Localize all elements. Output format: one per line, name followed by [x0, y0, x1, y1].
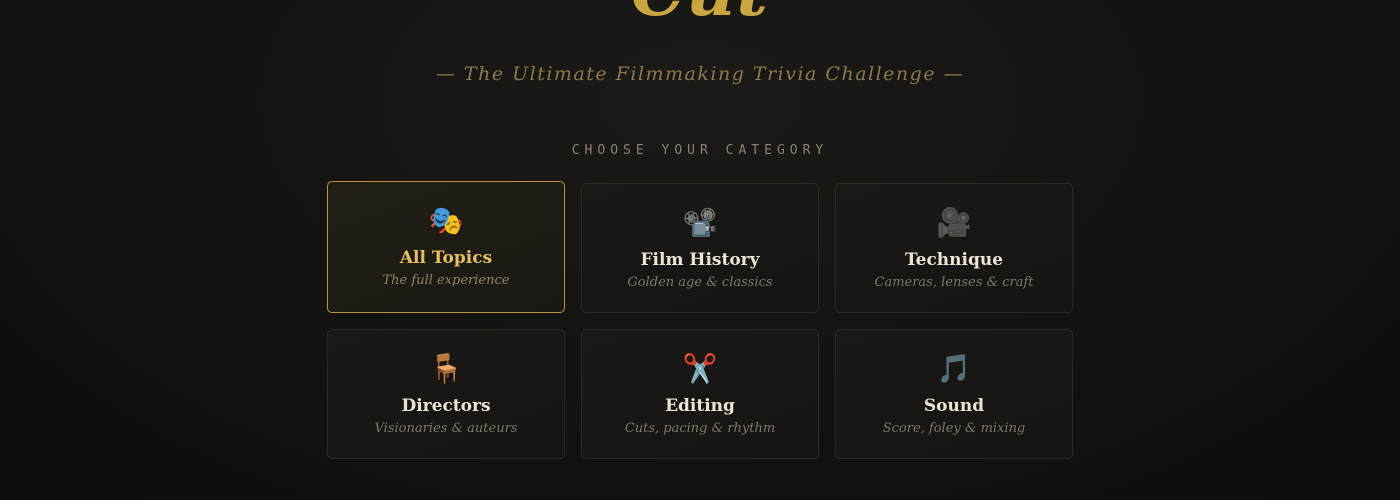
category-select-screen: Cut — The Ultimate Filmmaking Trivia Cha…: [0, 0, 1400, 500]
category-title: Technique: [904, 250, 1004, 270]
category-description: Golden age & classics: [627, 275, 773, 290]
scissors-icon: ✂️: [682, 352, 718, 385]
category-description: Cuts, pacing & rhythm: [624, 421, 776, 436]
category-card-film-history[interactable]: 📽️ Film History Golden age & classics: [581, 183, 819, 313]
film-projector-icon: 📽️: [682, 206, 718, 239]
directors-chair-icon: 🪑: [428, 352, 464, 385]
category-description: The full experience: [382, 273, 510, 288]
category-description: Cameras, lenses & craft: [874, 275, 1034, 290]
section-label: CHOOSE YOUR CATEGORY: [571, 143, 829, 158]
music-note-icon: 🎵: [936, 352, 972, 385]
category-card-all-topics[interactable]: 🎭 All Topics The full experience: [327, 181, 565, 313]
category-card-directors[interactable]: 🪑 Directors Visionaries & auteurs: [327, 329, 565, 459]
category-card-technique[interactable]: 🎥 Technique Cameras, lenses & craft: [835, 183, 1073, 313]
category-title: Sound: [923, 396, 985, 416]
category-description: Score, foley & mixing: [882, 421, 1026, 436]
movie-camera-icon: 🎥: [936, 206, 972, 239]
category-description: Visionaries & auteurs: [374, 421, 518, 436]
category-title: All Topics: [399, 248, 493, 268]
theater-masks-icon: 🎭: [428, 204, 464, 237]
category-title: Film History: [640, 250, 760, 270]
tagline: — The Ultimate Filmmaking Trivia Challen…: [435, 63, 965, 85]
category-card-editing[interactable]: ✂️ Editing Cuts, pacing & rhythm: [581, 329, 819, 459]
category-card-sound[interactable]: 🎵 Sound Score, foley & mixing: [835, 329, 1073, 459]
category-title: Directors: [401, 396, 491, 416]
category-grid: 🎭 All Topics The full experience 📽️ Film…: [327, 181, 1073, 459]
category-title: Editing: [665, 396, 735, 416]
app-title: Cut: [0, 0, 1400, 26]
